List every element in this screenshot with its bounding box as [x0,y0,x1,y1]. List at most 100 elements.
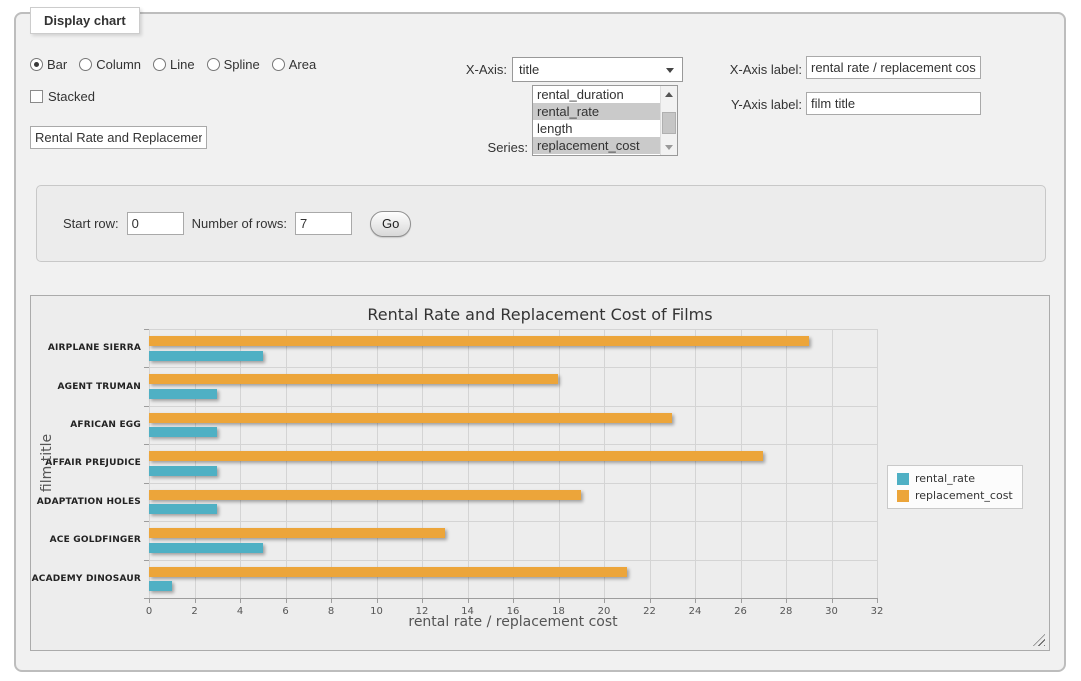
chart-container: Rental Rate and Replacement Cost of Film… [30,295,1050,651]
chart-type-option-spline[interactable]: Spline [207,57,260,72]
resize-handle-icon[interactable] [1033,634,1045,646]
y-axis-label-input[interactable] [806,92,981,115]
series-listbox[interactable]: rental_durationrental_ratelengthreplacem… [532,85,678,156]
series-option-length[interactable]: length [533,120,660,137]
scrollbar-thumb[interactable] [662,112,676,134]
y-axis-tick [144,444,149,445]
bar-replacement_cost[interactable] [149,336,809,346]
chevron-down-icon [666,68,674,73]
bar-rental_rate[interactable] [149,466,217,476]
bar-rental_rate[interactable] [149,389,217,399]
legend-swatch-icon [897,490,909,502]
chart-type-option-line[interactable]: Line [153,57,195,72]
x-axis-selected-value: title [519,62,539,77]
x-axis-tick [877,599,878,603]
bar-rental_rate[interactable] [149,504,217,514]
scroll-up-icon[interactable] [661,86,677,102]
gridline-horizontal [149,329,877,330]
bar-replacement_cost[interactable] [149,413,672,423]
gridline-vertical [695,329,696,598]
y-axis-tick [144,521,149,522]
gridline-vertical [286,329,287,598]
gridline-vertical [513,329,514,598]
gridline-vertical [195,329,196,598]
bar-rental_rate[interactable] [149,427,217,437]
chart-y-axis-title: film title [39,434,55,492]
legend-swatch-icon [897,473,909,485]
bar-replacement_cost[interactable] [149,374,558,384]
y-axis-label-caption: Y-Axis label: [722,97,802,112]
stacked-checkbox[interactable] [30,90,43,103]
radio-icon[interactable] [272,58,285,71]
series-option-replacement_cost[interactable]: replacement_cost [533,137,660,154]
radio-label: Bar [47,57,67,72]
x-axis-tick [650,599,651,603]
start-row-label: Start row: [63,216,119,231]
y-axis-tick [144,483,149,484]
scroll-down-icon[interactable] [661,139,677,155]
radio-icon[interactable] [207,58,220,71]
gridline-vertical [604,329,605,598]
chart-type-option-area[interactable]: Area [272,57,316,72]
x-axis-tick [786,599,787,603]
series-list-items: rental_durationrental_ratelengthreplacem… [533,86,660,155]
x-axis-tick [240,599,241,603]
gridline-vertical [149,329,150,598]
bar-replacement_cost[interactable] [149,567,627,577]
x-axis-tick [377,599,378,603]
legend-item-rental_rate[interactable]: rental_rate [897,472,1013,485]
legend-label: replacement_cost [915,489,1013,502]
radio-icon[interactable] [30,58,43,71]
bar-replacement_cost[interactable] [149,451,763,461]
bar-replacement_cost[interactable] [149,528,445,538]
chart-title-input[interactable] [30,126,207,149]
series-list-scrollbar[interactable] [660,86,677,155]
start-row-input[interactable] [127,212,184,235]
chart-type-option-column[interactable]: Column [79,57,141,72]
gridline-horizontal [149,560,877,561]
legend-item-replacement_cost[interactable]: replacement_cost [897,489,1013,502]
bar-replacement_cost[interactable] [149,490,581,500]
chart-type-radiogroup: Bar Column Line Spline Area [30,57,316,72]
category-label: AIRPLANE SIERRA [33,329,141,367]
chart-type-option-bar[interactable]: Bar [30,57,67,72]
radio-icon[interactable] [153,58,166,71]
radio-label: Spline [224,57,260,72]
x-axis-select[interactable]: title [512,57,683,82]
y-axis-tick [144,406,149,407]
gridline-vertical [240,329,241,598]
x-axis-tick [468,599,469,603]
gridline-vertical [650,329,651,598]
x-axis-tick [604,599,605,603]
num-rows-input[interactable] [295,212,352,235]
bar-rental_rate[interactable] [149,581,172,591]
x-axis-tick [286,599,287,603]
category-label: ACADEMY DINOSAUR [33,560,141,598]
y-axis-tick [144,367,149,368]
x-axis-tick [331,599,332,603]
legend-label: rental_rate [915,472,975,485]
series-option-rental_duration[interactable]: rental_duration [533,86,660,103]
gridline-horizontal [149,406,877,407]
num-rows-label: Number of rows: [192,216,287,231]
stacked-label: Stacked [48,89,95,104]
radio-label: Area [289,57,316,72]
x-axis-tick [832,599,833,603]
x-axis-tick [741,599,742,603]
gridline-vertical [786,329,787,598]
x-axis-label-input[interactable] [806,56,981,79]
bar-rental_rate[interactable] [149,543,263,553]
chart-plot-area: 02468101214161820222426283032AIRPLANE SI… [149,329,877,598]
go-button[interactable]: Go [370,211,411,237]
bar-rental_rate[interactable] [149,351,263,361]
gridline-horizontal [149,444,877,445]
gridline-vertical [741,329,742,598]
series-option-rental_rate[interactable]: rental_rate [533,103,660,120]
gridline-vertical [377,329,378,598]
stacked-option[interactable]: Stacked [30,89,95,104]
fieldset-legend: Display chart [30,7,140,34]
radio-icon[interactable] [79,58,92,71]
x-axis-tick [149,599,150,603]
app-screen: Display chart Bar Column Line Spline Area St… [0,0,1081,681]
row-controls-panel: Start row: Number of rows: Go [36,185,1046,262]
